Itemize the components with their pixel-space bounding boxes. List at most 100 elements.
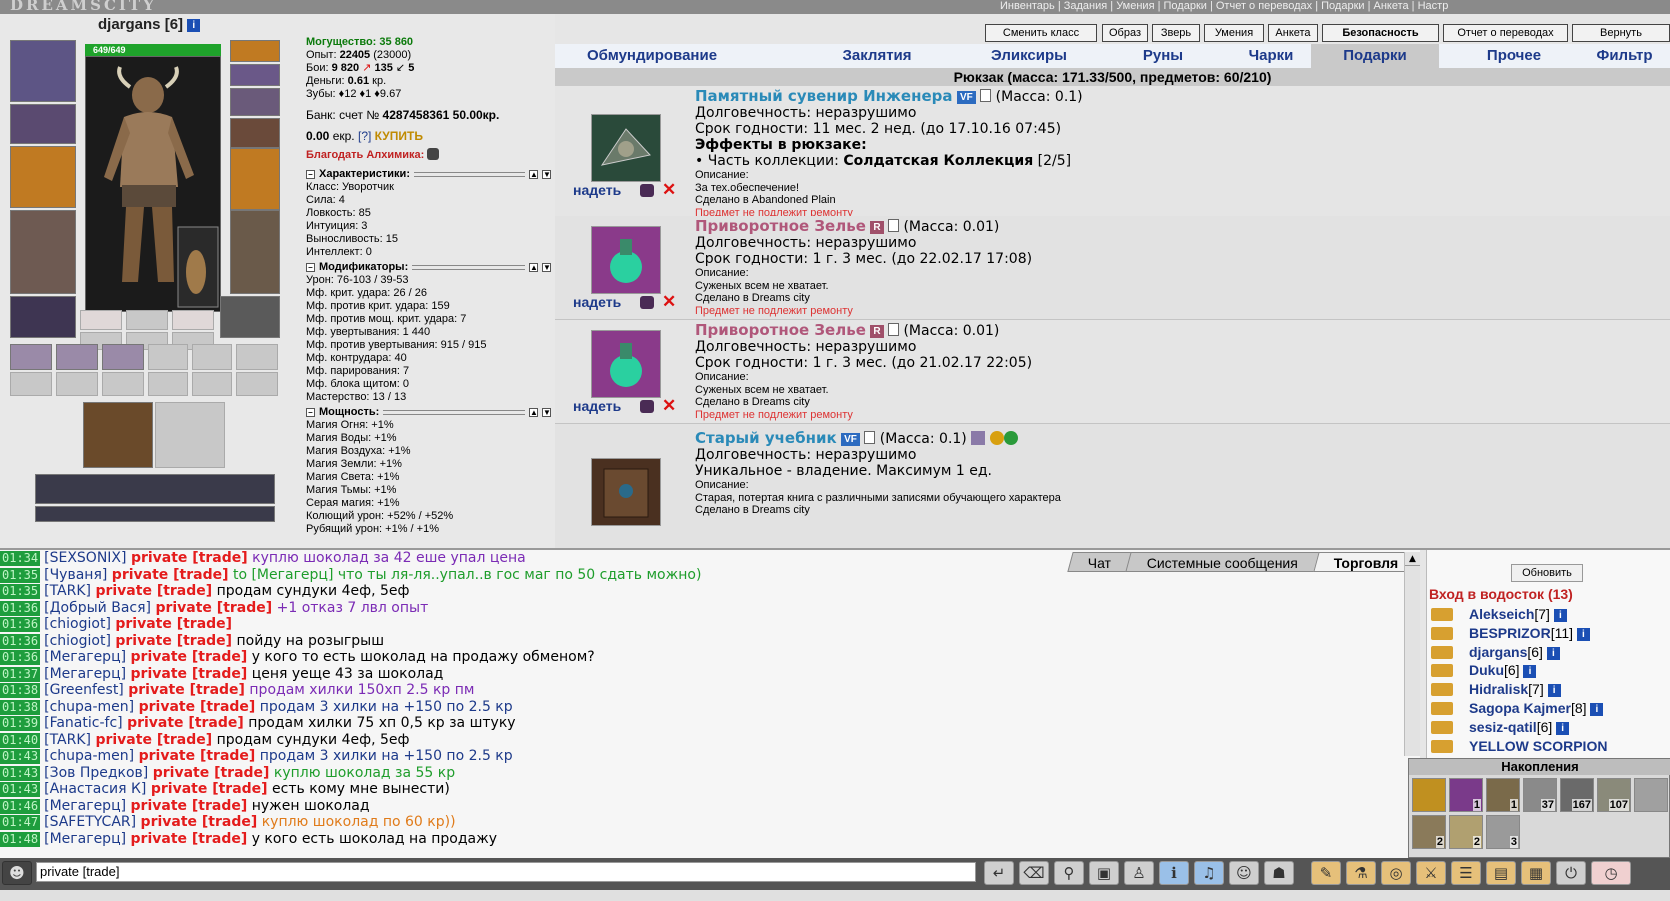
chat-nick[interactable]: [Зов Предков] [44, 765, 148, 781]
scroll-icon[interactable]: ☰ [1451, 861, 1481, 885]
accumulation-slot[interactable]: 167 [1560, 778, 1594, 812]
wear-button[interactable]: надеть [573, 294, 621, 310]
chat-time[interactable]: 01:37 [0, 666, 41, 682]
chat-private-tag[interactable]: private [trade] [128, 682, 245, 698]
chat-input[interactable]: private [trade] [36, 862, 976, 882]
clan-icon[interactable] [1431, 702, 1453, 715]
chat-private-tag[interactable]: private [trade] [112, 567, 229, 583]
tab-filter[interactable]: Фильтр [1579, 44, 1670, 68]
down-icon[interactable]: ▼ [542, 408, 551, 417]
delete-icon[interactable]: ✕ [662, 396, 676, 416]
info-icon[interactable]: i [1547, 684, 1561, 698]
chat-private-tag[interactable]: private [trade] [95, 583, 212, 599]
accumulation-slot[interactable] [1412, 778, 1446, 812]
wear-icon[interactable] [640, 184, 654, 197]
user-list-item[interactable]: BESPRIZOR[11] i [1469, 625, 1590, 641]
chat-nick[interactable]: [SAFETYCAR] [44, 814, 136, 830]
tab-other[interactable]: Прочее [1459, 44, 1569, 68]
chat-nick[interactable]: [Мегагерц] [44, 666, 126, 682]
helmet-slot[interactable] [10, 40, 76, 102]
user-name[interactable]: Sagopa Kajmer [1469, 700, 1571, 716]
power-header[interactable]: – Мощность: ▲ ▼ [306, 406, 551, 419]
user-name[interactable]: sesiz-qatil [1469, 719, 1537, 735]
user-name[interactable]: Hidralisk [1469, 681, 1528, 697]
user-list-item[interactable]: Hidralisk[7] i [1469, 681, 1561, 698]
collapse-icon[interactable]: – [306, 170, 315, 179]
belt-items-row[interactable] [35, 474, 275, 504]
clan-icon[interactable] [1431, 720, 1453, 734]
security-button[interactable]: Безопасность [1322, 24, 1439, 42]
clan-icon[interactable] [1431, 626, 1453, 640]
item-image[interactable] [591, 114, 661, 182]
tab-runes[interactable]: Руны [1123, 44, 1203, 68]
modifiers-header[interactable]: – Модификаторы: ▲ ▼ [306, 261, 551, 274]
person-icon[interactable]: ♙ [1124, 861, 1154, 885]
clan-icon[interactable] [1431, 739, 1453, 753]
chat-time[interactable]: 01:47 [0, 815, 41, 830]
chat-time[interactable]: 01:39 [0, 716, 41, 731]
chat-nick[interactable]: [Чуваня] [44, 567, 107, 583]
character-portrait[interactable] [85, 56, 221, 312]
user-list-item[interactable]: Duku[6] i [1469, 662, 1537, 679]
scroll-up-icon[interactable]: ▲ [1405, 552, 1420, 566]
top-menu-links[interactable]: Инвентарь | Задания | Умения | Подарки |… [1000, 0, 1448, 12]
send-icon[interactable]: ↵ [984, 861, 1014, 885]
chat-time[interactable]: 01:36 [0, 650, 41, 665]
chat-time[interactable]: 01:43 [0, 782, 41, 797]
chat-time[interactable]: 01:43 [0, 765, 41, 781]
item-image[interactable] [591, 226, 661, 294]
transfer-report-button[interactable]: Отчет о переводах [1443, 24, 1568, 42]
delete-icon[interactable]: ✕ [662, 292, 676, 312]
chat-time[interactable]: 01:48 [0, 831, 41, 847]
bank-account[interactable]: 4287458361 [383, 108, 450, 122]
clock-icon[interactable]: ◷ [1591, 861, 1631, 885]
scroll-slot-12[interactable] [236, 372, 278, 396]
accumulation-slot[interactable]: 3 [1486, 815, 1520, 849]
document-icon[interactable] [888, 219, 900, 232]
chat-private-tag[interactable]: private [trade] [139, 748, 256, 764]
refresh-button[interactable]: Обновить [1511, 564, 1583, 582]
down-icon[interactable]: ▼ [542, 263, 551, 272]
document-icon[interactable] [864, 431, 876, 444]
user-name[interactable]: djargans [1469, 644, 1527, 660]
chat-private-tag[interactable]: private [trade] [127, 715, 244, 731]
chat-private-tag[interactable]: private [trade] [139, 699, 256, 715]
up-icon[interactable]: ▲ [529, 170, 538, 179]
chat-time[interactable]: 01:35 [0, 567, 41, 583]
user-name[interactable]: Alekseich [1469, 606, 1534, 622]
tab-gifts[interactable]: Подарки [1311, 44, 1439, 68]
user-name[interactable]: Duku [1469, 662, 1504, 678]
chat-private-tag[interactable]: private [trade] [141, 814, 258, 830]
chat-private-tag[interactable]: private [trade] [131, 831, 248, 847]
smile-menu-icon[interactable]: ☻ [2, 861, 32, 885]
down-icon[interactable]: ▼ [542, 170, 551, 179]
clan-icon[interactable] [1431, 683, 1453, 697]
info-icon[interactable]: i [1576, 627, 1590, 641]
bag-slot-empty[interactable] [155, 402, 225, 468]
weapon-left-slot[interactable] [10, 146, 76, 208]
item-name[interactable]: Старый учебник [695, 429, 837, 447]
eraser-icon[interactable]: ⌫ [1019, 861, 1049, 885]
item-name[interactable]: Памятный сувенир Инженера [695, 87, 953, 105]
chat-time[interactable]: 01:34 [0, 551, 41, 566]
return-button[interactable]: Вернуть [1572, 24, 1670, 42]
scroll-slot-7[interactable] [10, 372, 52, 396]
up-icon[interactable]: ▲ [529, 408, 538, 417]
item-name[interactable]: Приворотное Зелье [695, 217, 866, 235]
armor-slot[interactable] [10, 210, 76, 294]
bracers-slot[interactable] [10, 104, 76, 144]
chat-private-tag[interactable]: private [trade] [131, 649, 248, 665]
scroll-slot-9[interactable] [102, 372, 144, 396]
user-list-item[interactable]: djargans[6] i [1469, 644, 1560, 660]
chat-private-tag[interactable]: private [trade] [95, 732, 212, 748]
clan-icon[interactable] [1431, 645, 1453, 659]
sword-icon[interactable]: ⚔ [1416, 861, 1446, 885]
chat-private-tag[interactable]: private [trade] [131, 550, 248, 566]
user-list-item[interactable]: sesiz-qatil[6] i [1469, 719, 1570, 735]
music-icon[interactable]: ♫ [1194, 861, 1224, 885]
scroll-slot-3[interactable] [102, 344, 144, 370]
item-image[interactable] [591, 458, 661, 526]
scroll-slot-1[interactable] [10, 344, 52, 370]
tab-chat[interactable]: Чат [1067, 552, 1133, 572]
chat-nick[interactable]: [chiogiot] [44, 616, 111, 632]
